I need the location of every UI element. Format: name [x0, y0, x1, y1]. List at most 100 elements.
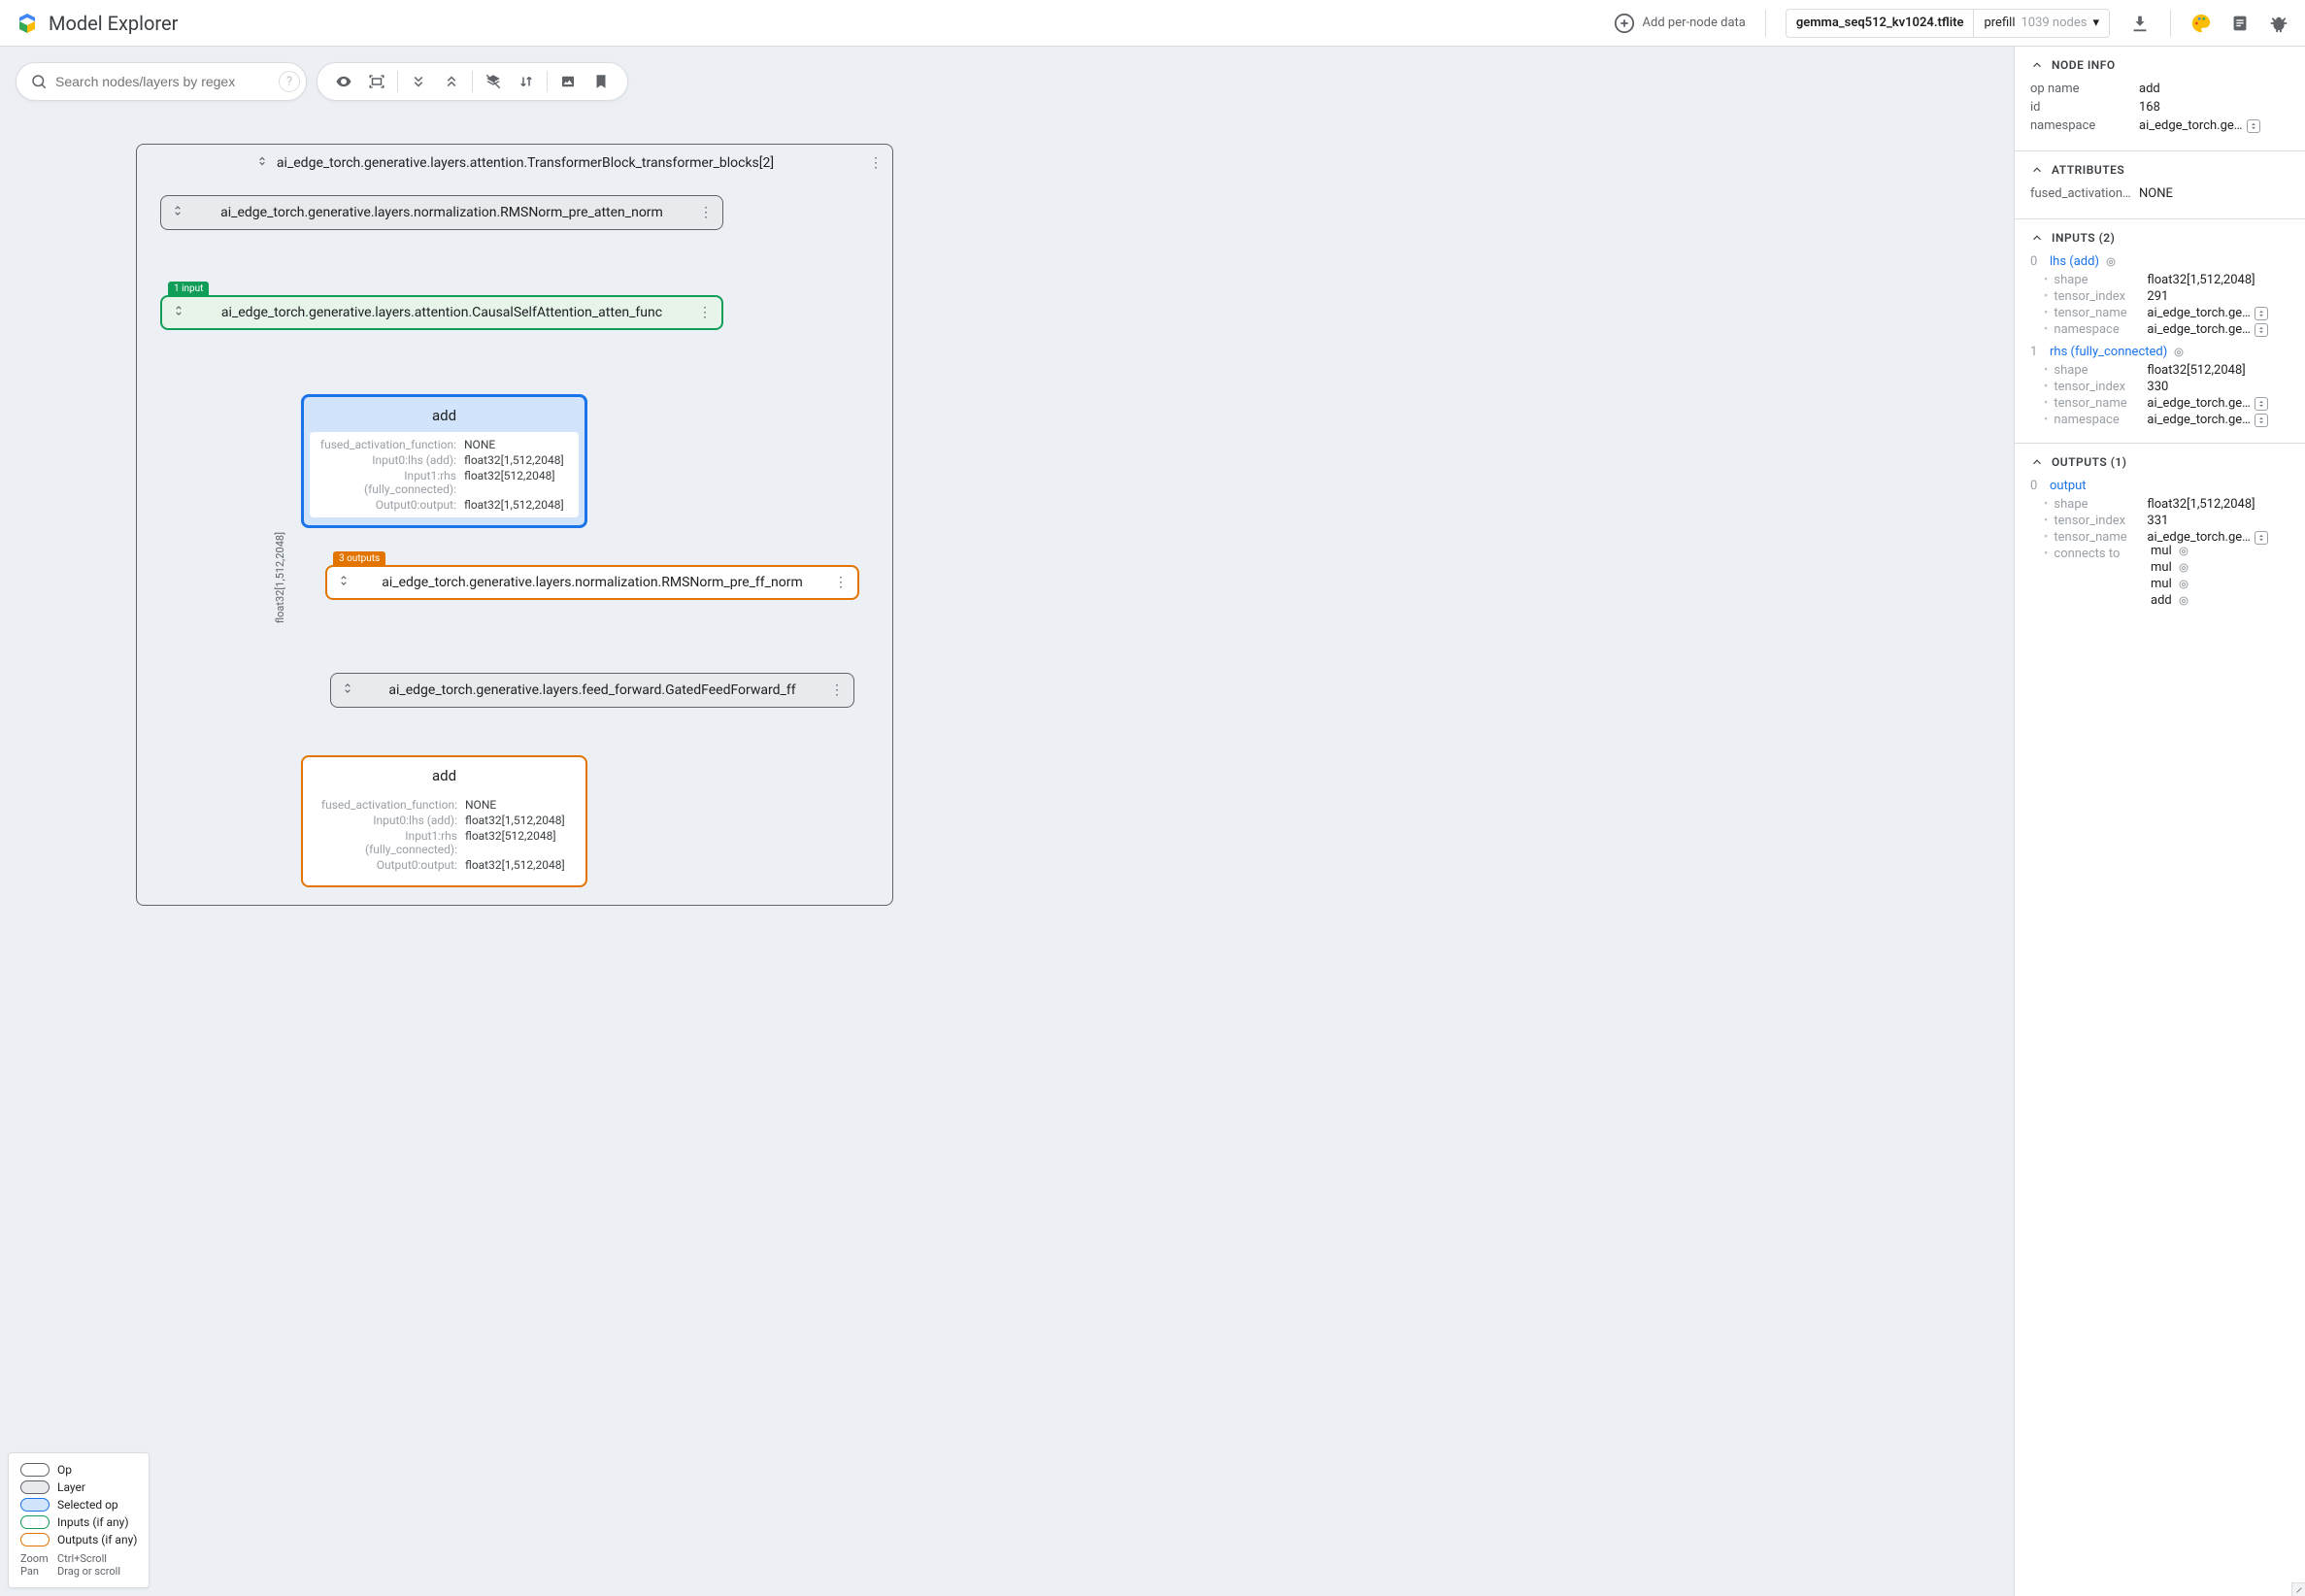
inputs-swatch [20, 1515, 50, 1529]
file-selector[interactable]: gemma_seq512_kv1024.tflite prefill 1039 … [1786, 9, 2110, 38]
search-box[interactable]: ? [16, 62, 307, 101]
expand-badge[interactable] [2255, 307, 2268, 320]
collapse-all-button[interactable] [435, 73, 468, 90]
expand-icon[interactable] [171, 204, 184, 221]
node-info-section: NODE INFO op nameaddid168namespaceai_edg… [2015, 47, 2305, 151]
download-button[interactable] [2129, 13, 2151, 34]
expand-badge[interactable] [2247, 119, 2260, 133]
kv-val: 330 [2147, 380, 2289, 394]
section-header-inputs[interactable]: INPUTS (2) [2030, 231, 2289, 245]
more-icon[interactable]: ⋮ [699, 205, 713, 220]
op-row-key: Output0:output: [317, 858, 457, 872]
kv-val: float32[1,512,2048] [2147, 497, 2289, 512]
expand-all-button[interactable] [402, 73, 435, 90]
notes-button[interactable] [2229, 13, 2251, 34]
kv-val: ai_edge_torch.ge… [2147, 413, 2289, 427]
connect-item[interactable]: mul [2151, 544, 2289, 558]
add-circle-icon [1614, 13, 1635, 34]
screenshot-button[interactable] [551, 73, 585, 90]
op-row-val: NONE [465, 798, 572, 812]
kv-key: shape [2054, 363, 2147, 378]
attributes-section: ATTRIBUTES fused_activation…NONE [2015, 151, 2305, 219]
section-header-node-info[interactable]: NODE INFO [2030, 58, 2289, 72]
node-label: ai_edge_torch.generative.layers.normaliz… [220, 205, 663, 220]
search-help-button[interactable]: ? [279, 71, 300, 92]
op-row-key: Input1:rhs (fully_connected): [317, 469, 456, 496]
search-icon [30, 73, 48, 90]
expand-icon[interactable] [341, 682, 354, 699]
kv-val: 291 [2147, 289, 2289, 304]
outputs-section: OUTPUTS (1) 0output•shapefloat32[1,512,2… [2015, 444, 2305, 623]
kv-row: op nameadd [2030, 82, 2289, 96]
sub-kv: •shapefloat32[512,2048] [2030, 363, 2289, 378]
more-icon[interactable]: ⋮ [869, 155, 883, 171]
legend-op: Op [57, 1463, 72, 1477]
layer-swatch [20, 1480, 50, 1494]
add-node-selected[interactable]: add fused_activation_function:NONEInput0… [301, 394, 587, 528]
expand-icon[interactable] [172, 304, 185, 321]
section-header-attributes[interactable]: ATTRIBUTES [2030, 163, 2289, 177]
connect-item[interactable]: mul [2151, 577, 2289, 591]
bookmark-button[interactable] [585, 73, 618, 90]
add-per-node-data-button[interactable]: Add per-node data [1614, 13, 1746, 34]
palette-icon [2190, 13, 2212, 34]
sort-button[interactable] [510, 73, 543, 90]
divider [1765, 10, 1766, 37]
legend-inputs: Inputs (if any) [57, 1515, 129, 1529]
kv-val: float32[512,2048] [2147, 363, 2289, 378]
collapse-icon[interactable] [255, 154, 269, 172]
io-title[interactable]: 0lhs (add) [2030, 254, 2289, 269]
app-title: Model Explorer [49, 12, 178, 35]
collapse-up-icon [443, 73, 460, 90]
add-node-output[interactable]: add fused_activation_function:NONEInput0… [301, 755, 587, 887]
legend: Op Layer Selected op Inputs (if any) Out… [8, 1452, 150, 1588]
gated-feed-forward-node[interactable]: ai_edge_torch.generative.layers.feed_for… [330, 673, 854, 708]
graph-pane[interactable]: ? [0, 47, 2014, 1596]
op-row-val: float32[1,512,2048] [464, 453, 571, 467]
legend-pan-r: Drag or scroll [57, 1565, 120, 1578]
expand-badge[interactable] [2255, 414, 2268, 427]
scroll-corner [2291, 1582, 2305, 1596]
connect-item[interactable]: mul [2151, 560, 2289, 575]
expand-badge[interactable] [2255, 397, 2268, 411]
kv-row: fused_activation…NONE [2030, 186, 2289, 201]
expand-badge[interactable] [2255, 323, 2268, 337]
rmsnorm-pre-ff-node[interactable]: 3 outputs ai_edge_torch.generative.layer… [325, 565, 859, 600]
expand-icon[interactable] [337, 574, 351, 591]
io-title[interactable]: 0output [2030, 479, 2289, 493]
legend-zoom-l: Zoom [20, 1552, 48, 1565]
layers-off-button[interactable] [477, 73, 510, 90]
sub-kv: •tensor_index331 [2030, 514, 2289, 528]
io-title[interactable]: 1rhs (fully_connected) [2030, 345, 2289, 359]
kv-val: float32[1,512,2048] [2147, 273, 2289, 287]
section-header-outputs[interactable]: OUTPUTS (1) [2030, 455, 2289, 469]
sub-kv: •tensor_nameai_edge_torch.ge… [2030, 396, 2289, 411]
rmsnorm-pre-atten-node[interactable]: ai_edge_torch.generative.layers.normaliz… [160, 195, 723, 230]
legend-layer: Layer [57, 1480, 85, 1494]
kv-key: namespace [2030, 118, 2139, 133]
bug-button[interactable] [2268, 13, 2289, 34]
more-icon[interactable]: ⋮ [834, 575, 848, 590]
op-row-key: Input0:lhs (add): [317, 453, 456, 467]
palette-button[interactable] [2190, 13, 2212, 34]
chevron-up-icon [2030, 231, 2044, 245]
notes-icon [2229, 13, 2251, 34]
subgraph-selector[interactable]: prefill 1039 nodes ▾ [1973, 10, 2109, 37]
visibility-button[interactable] [327, 73, 360, 90]
kv-key: tensor_name [2054, 306, 2147, 320]
more-icon[interactable]: ⋮ [830, 682, 844, 698]
causal-self-attention-node[interactable]: 1 input ai_edge_torch.generative.layers.… [160, 295, 723, 330]
kv-val: ai_edge_torch.ge… [2139, 118, 2289, 133]
fit-button[interactable] [360, 73, 393, 90]
outputs-swatch [20, 1533, 50, 1546]
sub-kv: •tensor_index330 [2030, 380, 2289, 394]
file-name: gemma_seq512_kv1024.tflite [1787, 16, 1974, 30]
more-icon[interactable]: ⋮ [698, 305, 712, 320]
expand-badge[interactable] [2255, 531, 2268, 545]
kv-key: connects to [2054, 547, 2147, 561]
op-row-val: float32[1,512,2048] [465, 858, 572, 872]
expand-down-icon [410, 73, 427, 90]
connect-item[interactable]: add [2151, 593, 2289, 608]
kv-key: shape [2054, 497, 2147, 512]
search-input[interactable] [55, 74, 279, 89]
